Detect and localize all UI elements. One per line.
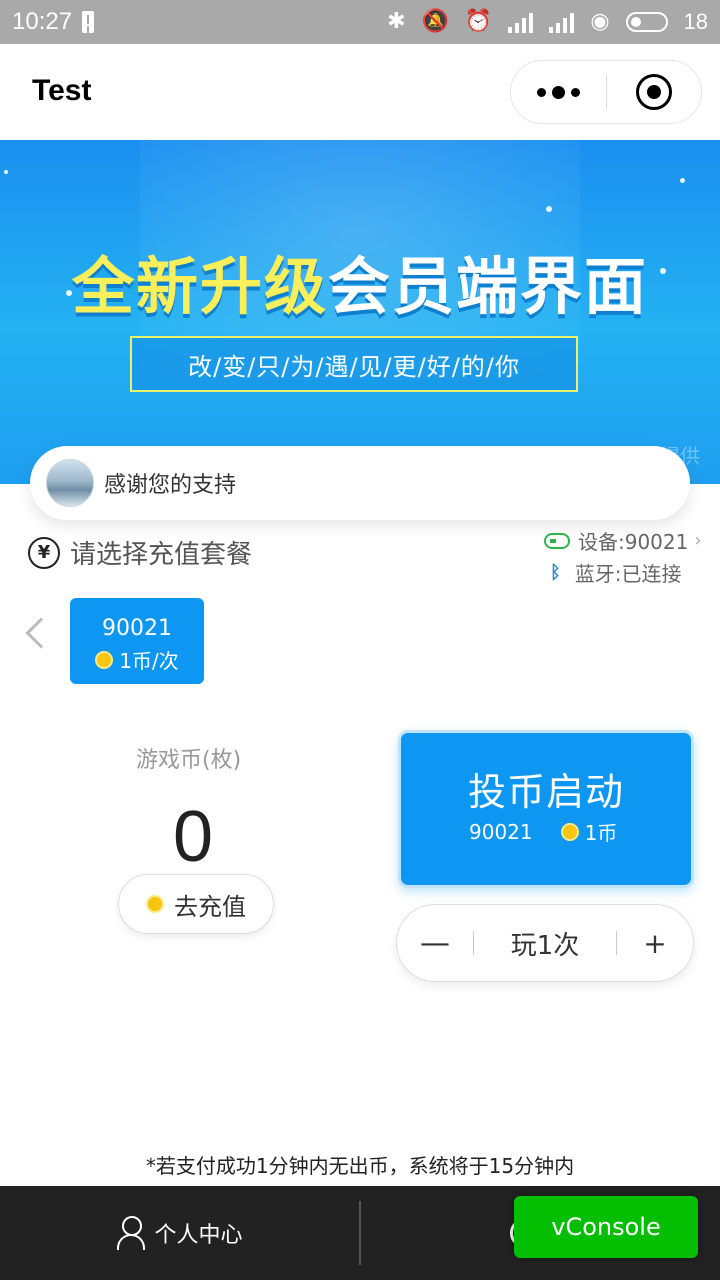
package-name: 90021 — [102, 616, 172, 641]
banner-slogan: 改/变/只/为/遇/见/更/好/的/你 — [188, 352, 520, 381]
sparkle-dot — [4, 170, 8, 174]
payment-notice: *若支付成功1分钟内无出币，系统将于15分钟内 — [145, 1154, 575, 1178]
recharge-button[interactable]: 去充值 — [118, 874, 274, 934]
sparkle-dot — [680, 178, 685, 183]
status-icons: ✱ 🔕 ⏰ ◉ 18 — [387, 11, 708, 33]
battery-level: 18 — [683, 9, 708, 34]
signal-icon — [508, 11, 534, 33]
banner-headline: 全新升级会员端界面 — [0, 236, 720, 326]
package-price-text: 1币/次 — [119, 649, 179, 673]
bluetooth-status: ᛒ 蓝牙:已连接 — [550, 558, 682, 587]
banner[interactable]: 全新升级会员端界面 改/变/只/为/遇/见/更/好/的/你 提供 — [0, 140, 720, 484]
package-header: ¥ 请选择充值套餐 — [28, 534, 252, 571]
package-price: 1币/次 — [70, 645, 204, 674]
nav-bar: Test — [0, 44, 720, 140]
mini-program-capsule — [510, 60, 702, 124]
coin-icon — [95, 650, 114, 669]
decrement-button[interactable]: — — [397, 904, 473, 982]
start-button[interactable]: 投币启动 90021 1币 — [398, 730, 694, 888]
chevron-left-icon[interactable] — [25, 617, 57, 649]
slogan-box: 改/变/只/为/遇/见/更/好/的/你 — [130, 336, 590, 404]
package-title: 请选择充值套餐 — [70, 540, 253, 570]
coins-value: 0 — [172, 797, 214, 877]
target-icon — [636, 74, 672, 110]
signal-2-icon — [549, 11, 575, 33]
close-button[interactable] — [607, 60, 701, 124]
chevron-right-icon: › — [694, 530, 702, 551]
notice-card: 感谢您的支持 — [30, 446, 690, 520]
mute-icon: 🔕 — [421, 9, 449, 34]
person-icon — [116, 1216, 146, 1250]
coin-icon — [560, 822, 579, 841]
status-time: 10:27 — [12, 8, 73, 35]
device-link[interactable]: 设备:90021 › — [544, 526, 702, 555]
start-subline: 90021 1币 — [469, 817, 617, 846]
app-root: 10:27 ✱ 🔕 ⏰ ◉ 18 Test 全新升级会员端界面 改/变/只/为/… — [0, 0, 720, 1280]
coins-label: 游戏币(枚) — [136, 748, 242, 773]
avatar — [46, 459, 94, 507]
bluetooth-small-icon: ᛒ — [550, 562, 561, 583]
bluetooth-icon: ✱ — [387, 9, 406, 34]
tab-profile-label: 个人中心 — [154, 1223, 243, 1248]
increment-button[interactable]: + — [617, 904, 693, 982]
coin-icon — [146, 895, 164, 913]
notice-text: 感谢您的支持 — [104, 473, 237, 498]
recharge-label: 去充值 — [174, 892, 246, 921]
play-count-value: 玩1次 — [510, 930, 580, 961]
start-cost: 1币 — [584, 821, 618, 845]
tab-profile[interactable]: 个人中心 — [0, 1186, 359, 1280]
device-icon — [544, 532, 570, 549]
alert-icon — [82, 11, 95, 33]
start-label: 投币启动 — [467, 770, 624, 814]
headline-part-2: 会员端界面 — [328, 250, 649, 323]
device-label: 设备:90021 — [578, 530, 689, 554]
alarm-icon: ⏰ — [464, 9, 493, 34]
yen-icon: ¥ — [28, 536, 60, 569]
battery-icon — [625, 12, 668, 32]
vconsole-button[interactable]: vConsole — [514, 1196, 698, 1258]
bluetooth-label: 蓝牙:已连接 — [574, 562, 682, 586]
package-card[interactable]: 90021 1币/次 — [70, 598, 204, 684]
start-device: 90021 — [469, 819, 533, 844]
status-bar: 10:27 ✱ 🔕 ⏰ ◉ 18 — [0, 0, 720, 44]
more-dot-icon — [571, 87, 580, 97]
sparkle-dot — [546, 206, 552, 212]
headline-part-1: 全新升级 — [71, 250, 328, 323]
page-title: Test — [32, 74, 92, 107]
more-dot-icon — [537, 87, 546, 97]
play-count-stepper: — 玩1次 + — [396, 904, 694, 982]
hd-icon: ◉ — [590, 9, 610, 34]
more-dot-icon — [552, 85, 565, 99]
more-button[interactable] — [511, 60, 606, 124]
